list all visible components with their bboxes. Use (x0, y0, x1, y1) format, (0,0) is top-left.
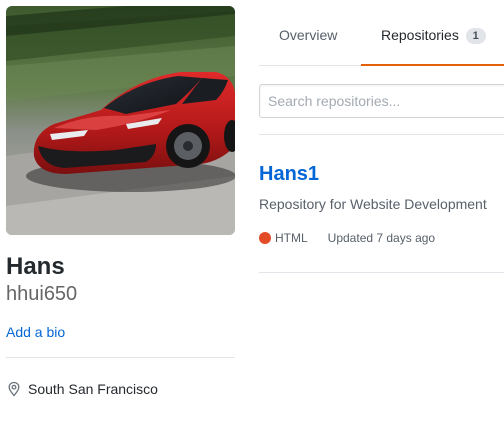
profile-location: South San Francisco (6, 379, 158, 399)
search-repositories-input[interactable] (259, 84, 504, 118)
tab-repositories[interactable]: Repositories 1 (361, 0, 504, 66)
add-bio-link[interactable]: Add a bio (6, 322, 65, 342)
language-color-dot (259, 232, 271, 244)
repo-language: HTML (275, 231, 308, 245)
location-pin-icon (6, 381, 22, 397)
location-text: South San Francisco (28, 381, 158, 397)
avatar[interactable] (6, 6, 235, 235)
repo-list-divider-top (259, 134, 504, 135)
tab-repositories-label: Repositories (381, 27, 459, 43)
tab-overview[interactable]: Overview (279, 0, 337, 66)
profile-fullname: Hans (6, 253, 65, 280)
tab-overview-label: Overview (279, 27, 338, 43)
repo-updated: Updated 7 days ago (327, 231, 436, 245)
repo-description: Repository for Website Development (259, 196, 487, 212)
repositories-count-badge: 1 (465, 28, 486, 44)
profile-tabs: Overview Repositories 1 (259, 0, 504, 66)
repo-list-divider-bottom (259, 272, 504, 273)
profile-username: hhui650 (6, 283, 78, 305)
repo-meta: HTML Updated 7 days ago (259, 229, 435, 247)
profile-divider (6, 357, 235, 358)
repo-name-link[interactable]: Hans1 (259, 161, 319, 187)
